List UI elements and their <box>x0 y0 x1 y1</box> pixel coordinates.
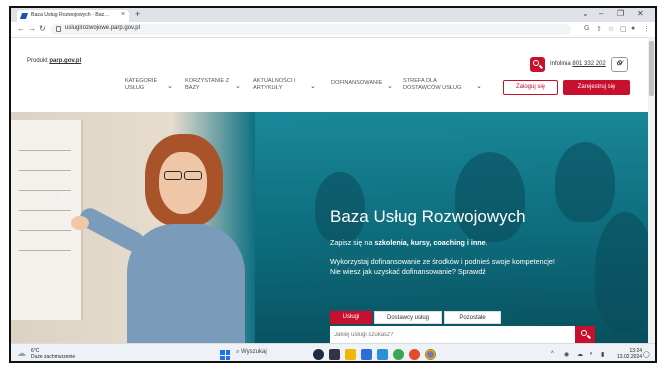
brand-link[interactable]: parp.gov.pl <box>49 58 81 64</box>
hero-subtitle: Zapisz się na szkolenia, kursy, coaching… <box>330 238 488 247</box>
taskbar-search-label: Wyszukaj <box>241 349 267 355</box>
browser-tab-strip: Baza Usług Rozwojowych - Baz… × + ⌄ – ❐ … <box>11 8 655 22</box>
hero-search-input[interactable] <box>334 328 564 341</box>
login-button[interactable]: Zaloguj się <box>503 80 558 95</box>
tab-title: Baza Usług Rozwojowych - Baz… <box>31 12 110 18</box>
site-favicon-icon <box>19 13 29 19</box>
accessibility-button[interactable]: Ꮻ⁄ <box>611 57 628 72</box>
reload-icon[interactable]: ↻ <box>39 24 46 33</box>
chrome-icon[interactable] <box>425 349 436 360</box>
page-scrollbar[interactable] <box>648 37 655 343</box>
chevron-down-icon[interactable]: ⌄ <box>387 82 393 90</box>
mail-icon[interactable] <box>377 349 388 360</box>
share-icon[interactable]: ⇪ <box>596 25 602 33</box>
search-tab-uslugi[interactable]: Usługi <box>330 311 372 324</box>
search-tab-pozostale[interactable]: Pozostałe <box>444 311 501 324</box>
weather-widget[interactable]: 6°C Duże zachmurzenie <box>31 348 75 360</box>
google-icon[interactable]: G <box>584 25 589 32</box>
bookmark-star-icon[interactable]: ☆ <box>608 25 614 33</box>
app-icon[interactable] <box>409 349 420 360</box>
app-icon[interactable] <box>393 349 404 360</box>
back-icon[interactable]: ← <box>17 24 25 33</box>
chevron-down-icon[interactable]: ⌄ <box>167 82 173 90</box>
store-icon[interactable] <box>361 349 372 360</box>
forward-icon[interactable]: → <box>28 24 36 33</box>
hero-subtitle-prefix: Zapisz się na <box>330 238 375 247</box>
hero-line-2-link[interactable]: Nie wiesz jak uzyskać dofinansowanie? Sp… <box>330 267 555 277</box>
volume-icon[interactable]: ◖ <box>589 351 593 357</box>
hero-background-photo <box>255 112 655 343</box>
clock-date: 13.02.2024 <box>617 354 643 360</box>
search-icon: ⌕ <box>236 349 240 355</box>
search-icon-handle <box>587 334 591 339</box>
search-tab-dostawcy[interactable]: Dostawcy usług <box>374 311 442 324</box>
hero-subtitle-bold: szkolenia, kursy, coaching i inne <box>374 238 486 247</box>
nav-item-dofinansowanie[interactable]: DOFINANSOWANIE <box>331 80 391 87</box>
woman-shirt <box>127 224 245 343</box>
battery-icon[interactable]: ▮ <box>601 351 604 358</box>
hero-search-field <box>330 326 575 343</box>
new-tab-icon[interactable]: + <box>135 9 140 19</box>
onedrive-icon[interactable]: ☁ <box>577 351 583 358</box>
network-icon[interactable]: ◉ <box>564 351 569 358</box>
close-window-icon[interactable]: ✕ <box>637 9 644 18</box>
screenshot-frame: Baza Usług Rozwojowych - Baz… × + ⌄ – ❐ … <box>9 6 657 363</box>
app-icon[interactable] <box>313 349 324 360</box>
hero-banner: Baza Usług Rozwojowych Zapisz się na szk… <box>11 112 655 343</box>
address-bar[interactable]: uslugirozwojowe.parp.gov.pl <box>51 24 571 35</box>
sidebar-icon[interactable]: ▢ <box>620 25 627 33</box>
brand-prefix: Produkt <box>27 58 48 64</box>
menu-icon[interactable]: ⋮ <box>643 25 650 33</box>
task-view-icon[interactable] <box>329 349 340 360</box>
hero-title: Baza Usług Rozwojowych <box>330 207 526 226</box>
taskbar-search[interactable]: ⌕ Wyszukaj <box>236 349 267 356</box>
nav-item-strefa[interactable]: STREFA DLA DOSTAWCÓW USŁUG <box>403 78 475 92</box>
woman-face <box>159 152 207 214</box>
cloud-icon[interactable]: ☁ <box>17 348 26 359</box>
woman-hand <box>71 216 89 230</box>
tab-search-icon[interactable]: ⌄ <box>582 9 589 18</box>
browser-toolbar: ← → ↻ uslugirozwojowe.parp.gov.pl G ⇪ ☆ … <box>11 22 655 38</box>
browser-tab[interactable]: Baza Usług Rozwojowych - Baz… × <box>17 10 129 22</box>
chevron-down-icon[interactable]: ⌄ <box>476 82 482 90</box>
taskbar-clock[interactable]: 13:24 13.02.2024 <box>617 348 642 360</box>
hero-subtitle-suffix: . <box>485 238 488 247</box>
hero-search-button[interactable] <box>575 326 595 343</box>
nav-item-aktualnosci[interactable]: AKTUALNOŚCI I ARTYKUŁY <box>253 78 303 92</box>
nav-item-korzystanie[interactable]: KORZYSTANIE Z BAZY <box>185 78 235 92</box>
weather-desc: Duże zachmurzenie <box>31 354 76 360</box>
windows-start-icon[interactable] <box>220 350 230 360</box>
tab-close-icon[interactable]: × <box>121 11 125 18</box>
hero-line-1: Wykorzystaj dofinansowanie ze środków i … <box>330 257 555 266</box>
lock-icon <box>56 26 61 32</box>
search-icon-handle <box>539 64 543 69</box>
profile-icon[interactable]: ● <box>631 25 635 32</box>
infolinia: Infolinia 801 332 202 <box>550 61 606 67</box>
scrollbar-thumb[interactable] <box>649 41 654 96</box>
chevron-down-icon[interactable]: ⌄ <box>235 82 241 90</box>
nav-item-kategorie[interactable]: KATEGORIE USŁUG <box>125 78 165 92</box>
site-search-button[interactable] <box>530 57 545 72</box>
brand-line: Produkt parp.gov.pl <box>27 58 81 64</box>
chevron-down-icon[interactable]: ⌄ <box>310 82 316 90</box>
infolinia-number[interactable]: 801 332 202 <box>572 61 605 67</box>
maximize-icon[interactable]: ❐ <box>617 9 624 18</box>
windows-taskbar: ☁ 6°C Duże zachmurzenie ⌕ Wyszukaj ^ ◉ ☁… <box>11 343 655 361</box>
minimize-icon[interactable]: – <box>599 9 603 18</box>
glasses-graphic <box>161 171 205 181</box>
register-button[interactable]: Zarejestruj się <box>563 80 630 95</box>
infolinia-label: Infolinia <box>550 61 571 67</box>
hero-text: Wykorzystaj dofinansowanie ze środków i … <box>330 257 555 277</box>
url-text: uslugirozwojowe.parp.gov.pl <box>65 25 140 31</box>
file-explorer-icon[interactable] <box>345 349 356 360</box>
notification-icon[interactable]: ◯ <box>643 351 650 358</box>
chevron-up-icon[interactable]: ^ <box>551 351 554 357</box>
